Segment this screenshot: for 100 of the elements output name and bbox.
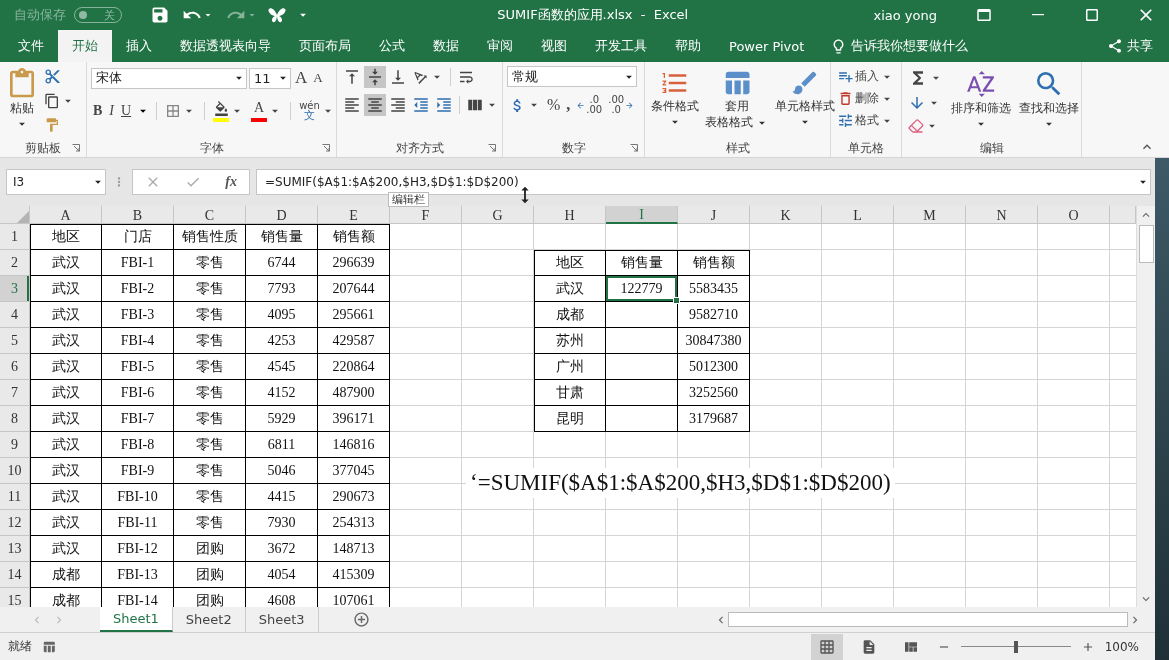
ribbon-tab[interactable]: Power Pivot	[715, 30, 819, 62]
row-header[interactable]: 4	[0, 302, 30, 328]
column-header[interactable]: F	[390, 206, 462, 224]
column-header[interactable]: B	[102, 206, 174, 224]
number-format-select[interactable]: 常规	[507, 66, 637, 87]
percent-button[interactable]: %	[545, 94, 563, 116]
conditional-format-button[interactable]: 条件格式	[649, 66, 701, 139]
macro-record-icon[interactable]	[42, 639, 56, 654]
copy-icon	[44, 93, 60, 109]
font-size-select[interactable]: 11	[249, 67, 291, 89]
insert-cells-button[interactable]: 插入	[835, 66, 896, 87]
table-cell: 254313	[318, 510, 390, 536]
row-header[interactable]: 13	[0, 536, 30, 562]
font-color-button[interactable]: A	[249, 98, 285, 124]
scrollbar-thumb[interactable]	[728, 612, 1128, 627]
comma-button[interactable]: ,	[564, 94, 573, 116]
table-cell: 广州	[534, 354, 606, 380]
row-header[interactable]: 12	[0, 510, 30, 536]
insert-function-button[interactable]: fx	[225, 174, 237, 190]
column-header[interactable]: M	[894, 206, 966, 224]
table-cell: 武汉	[30, 250, 102, 276]
ribbon-tab[interactable]: 插入	[112, 30, 166, 62]
column-header[interactable]: L	[822, 206, 894, 224]
bold-button[interactable]: B	[91, 101, 105, 121]
name-box[interactable]: I3	[6, 169, 106, 195]
row-header[interactable]: 3	[0, 276, 30, 302]
add-sheet-icon[interactable]	[352, 611, 370, 628]
find-select-button[interactable]: 查找和选择	[1017, 66, 1081, 139]
column-header[interactable]: O	[1038, 206, 1110, 224]
ribbon-tab[interactable]: 审阅	[473, 30, 527, 62]
shrink-font-button[interactable]: A	[311, 68, 325, 88]
decrease-decimal-button[interactable]: .00 .0	[606, 93, 637, 117]
format-cells-button[interactable]: 格式	[835, 110, 896, 131]
grow-font-button[interactable]: A	[293, 66, 310, 90]
column-header[interactable]: E	[318, 206, 390, 224]
selected-cell[interactable]: 122779	[606, 276, 678, 302]
row-header[interactable]: 1	[0, 224, 30, 250]
underline-button[interactable]: U	[119, 101, 134, 121]
horizontal-align-button[interactable]	[364, 94, 386, 116]
ribbon-tab[interactable]: 文件	[4, 30, 58, 62]
column-header[interactable]: G	[462, 206, 534, 224]
sheet-tab[interactable]: Sheet1	[100, 607, 173, 632]
share-button[interactable]: 共享	[1101, 30, 1159, 62]
normal-view-button[interactable]	[810, 633, 843, 660]
column-header[interactable]: N	[966, 206, 1038, 224]
increase-decimal-button[interactable]: .0 .00	[574, 93, 605, 117]
table-cell: 487900	[318, 380, 390, 406]
paste-button[interactable]: 粘贴	[4, 66, 40, 139]
table-cell: 396171	[318, 406, 390, 432]
column-header[interactable]: H	[534, 206, 606, 224]
ribbon-tab[interactable]: 开始	[58, 30, 112, 62]
row-header[interactable]: 10	[0, 458, 30, 484]
font-name-select[interactable]: 宋体	[91, 67, 247, 89]
ribbon-tab[interactable]: 数据透视表向导	[166, 30, 285, 62]
align-icon	[343, 96, 361, 114]
table-cell: 零售	[174, 250, 246, 276]
fill-handle[interactable]	[673, 297, 680, 304]
table-format-button[interactable]: 套用 表格格式	[703, 66, 771, 139]
ribbon-tab[interactable]: 帮助	[661, 30, 715, 62]
zoom-level: 100%	[1104, 639, 1139, 654]
sort-filter-button[interactable]: 排序和筛选	[949, 66, 1013, 139]
row-header[interactable]: 15	[0, 588, 30, 607]
dialog-launcher-icon[interactable]	[322, 144, 330, 152]
cell-styles-button[interactable]: 单元格样式	[773, 66, 837, 139]
ribbon-tab[interactable]: 视图	[527, 30, 581, 62]
butterfly-icon[interactable]	[268, 7, 286, 23]
column-header[interactable]: C	[174, 206, 246, 224]
dialog-launcher-icon[interactable]	[488, 144, 496, 152]
row-header[interactable]: 9	[0, 432, 30, 458]
ribbon-tab[interactable]: 数据	[419, 30, 473, 62]
formula-input[interactable]: =SUMIF($A$1:$A$200,$H3,$D$1:$D$200)	[256, 169, 1151, 195]
column-header[interactable]: D	[246, 206, 318, 224]
row-header[interactable]: 5	[0, 328, 30, 354]
row-header[interactable]: 7	[0, 380, 30, 406]
ribbon-tab[interactable]: 开发工具	[581, 30, 661, 62]
table-cell: 苏州	[534, 328, 606, 354]
column-header[interactable]: J	[678, 206, 750, 224]
row-header[interactable]: 14	[0, 562, 30, 588]
table-cell: 武汉	[30, 328, 102, 354]
table-cell: 零售	[174, 406, 246, 432]
table-cell: 207644	[318, 276, 390, 302]
zoom-slider[interactable]	[1013, 640, 1018, 653]
ribbon-tab[interactable]: 页面布局	[285, 30, 365, 62]
column-header[interactable]: I	[606, 206, 678, 224]
italic-button[interactable]: I	[107, 101, 116, 121]
row-header[interactable]: 11	[0, 484, 30, 510]
row-header[interactable]: 6	[0, 354, 30, 380]
tell-me-search[interactable]: 告诉我你想要做什么	[824, 30, 975, 62]
row-header[interactable]: 8	[0, 406, 30, 432]
table-cell: 6811	[246, 432, 318, 458]
dialog-launcher-icon[interactable]	[72, 144, 80, 152]
delete-cells-button[interactable]: 删除	[835, 88, 896, 109]
ribbon-tab[interactable]: 公式	[365, 30, 419, 62]
vertical-align-button[interactable]	[364, 66, 386, 88]
column-header[interactable]: K	[750, 206, 822, 224]
scrollbar-thumb[interactable]	[1138, 225, 1154, 263]
phonetic-button[interactable]: wén 文	[297, 99, 337, 123]
row-header[interactable]: 2	[0, 250, 30, 276]
column-header[interactable]: A	[30, 206, 102, 224]
dialog-launcher-icon[interactable]	[630, 144, 638, 152]
